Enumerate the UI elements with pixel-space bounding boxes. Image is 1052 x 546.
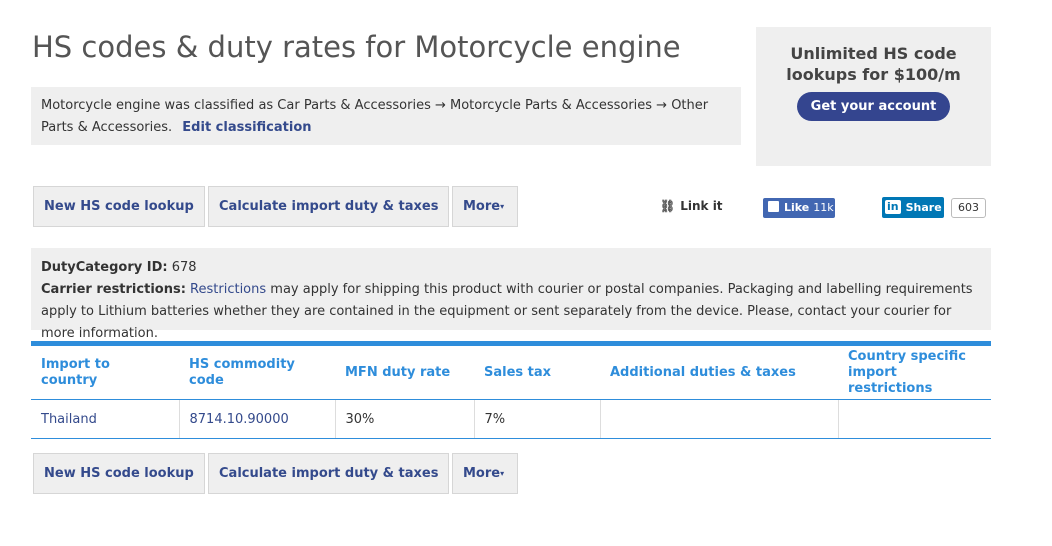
linkedin-share-button[interactable]: in Share	[882, 197, 944, 218]
facebook-like-button[interactable]: Like 11k	[763, 198, 835, 218]
get-account-button[interactable]: Get your account	[796, 92, 951, 121]
more-button-bottom[interactable]: More▾	[452, 453, 518, 494]
new-hs-lookup-button-bottom[interactable]: New HS code lookup	[33, 453, 205, 494]
chevron-down-icon: ▾	[500, 202, 505, 211]
promo-box: Unlimited HS code lookups for $100/m Get…	[756, 27, 991, 166]
edit-classification-link[interactable]: Edit classification	[182, 120, 311, 135]
page-title: HS codes & duty rates for Motorcycle eng…	[32, 30, 681, 64]
cell-mfn-duty: 30%	[335, 399, 475, 439]
li-share-label: Share	[905, 201, 942, 214]
link-icon: ⛓	[660, 199, 676, 213]
carrier-label: Carrier restrictions:	[41, 282, 186, 297]
promo-text: Unlimited HS code lookups for $100/m	[786, 44, 961, 84]
col-additional-duties: Additional duties & taxes	[600, 343, 838, 400]
info-box: DutyCategory ID: 678 Carrier restriction…	[31, 248, 991, 341]
link-it-label: Link it	[680, 199, 723, 213]
more-label: More	[463, 466, 501, 481]
linkedin-icon: in	[885, 200, 901, 214]
table-row: Thailand 8714.10.90000 30% 7%	[31, 399, 991, 439]
classification-box: Motorcycle engine was classified as Car …	[31, 87, 741, 145]
fb-like-label: Like	[784, 201, 810, 214]
new-hs-lookup-button[interactable]: New HS code lookup	[33, 186, 205, 227]
calculate-duty-button[interactable]: Calculate import duty & taxes	[208, 186, 450, 227]
col-country-restrictions: Country specific import restrictions	[838, 343, 991, 400]
linkedin-share-count: 603	[951, 198, 986, 218]
cell-country-restrictions	[838, 399, 991, 439]
chevron-down-icon: ▾	[500, 469, 505, 478]
cell-sales-tax: 7%	[474, 399, 601, 439]
col-hs-code: HS commodity code	[179, 343, 335, 400]
col-import-country: Import to country	[31, 343, 179, 400]
cell-country[interactable]: Thailand	[31, 399, 180, 439]
link-it-button[interactable]: ⛓ Link it	[660, 199, 723, 213]
fb-like-count: 11k	[813, 201, 834, 214]
calculate-duty-button-bottom[interactable]: Calculate import duty & taxes	[208, 453, 450, 494]
cell-hs-code[interactable]: 8714.10.90000	[179, 399, 336, 439]
carrier-restrictions-line: Carrier restrictions: Restrictions may a…	[41, 279, 981, 345]
duty-category-value: 678	[171, 260, 197, 275]
more-label: More	[463, 199, 501, 214]
duty-category-label: DutyCategory ID:	[41, 260, 168, 275]
col-sales-tax: Sales tax	[474, 343, 600, 400]
restrictions-link[interactable]: Restrictions	[190, 282, 266, 297]
more-button[interactable]: More▾	[452, 186, 518, 227]
cell-additional-duties	[600, 399, 839, 439]
classification-text: Motorcycle engine was classified as Car …	[41, 98, 709, 135]
duty-category-line: DutyCategory ID: 678	[41, 257, 981, 279]
table-header-row: Import to country HS commodity code MFN …	[31, 343, 991, 400]
thumbs-up-icon	[768, 201, 779, 212]
col-mfn-duty: MFN duty rate	[335, 343, 474, 400]
duty-table: Import to country HS commodity code MFN …	[31, 341, 991, 439]
